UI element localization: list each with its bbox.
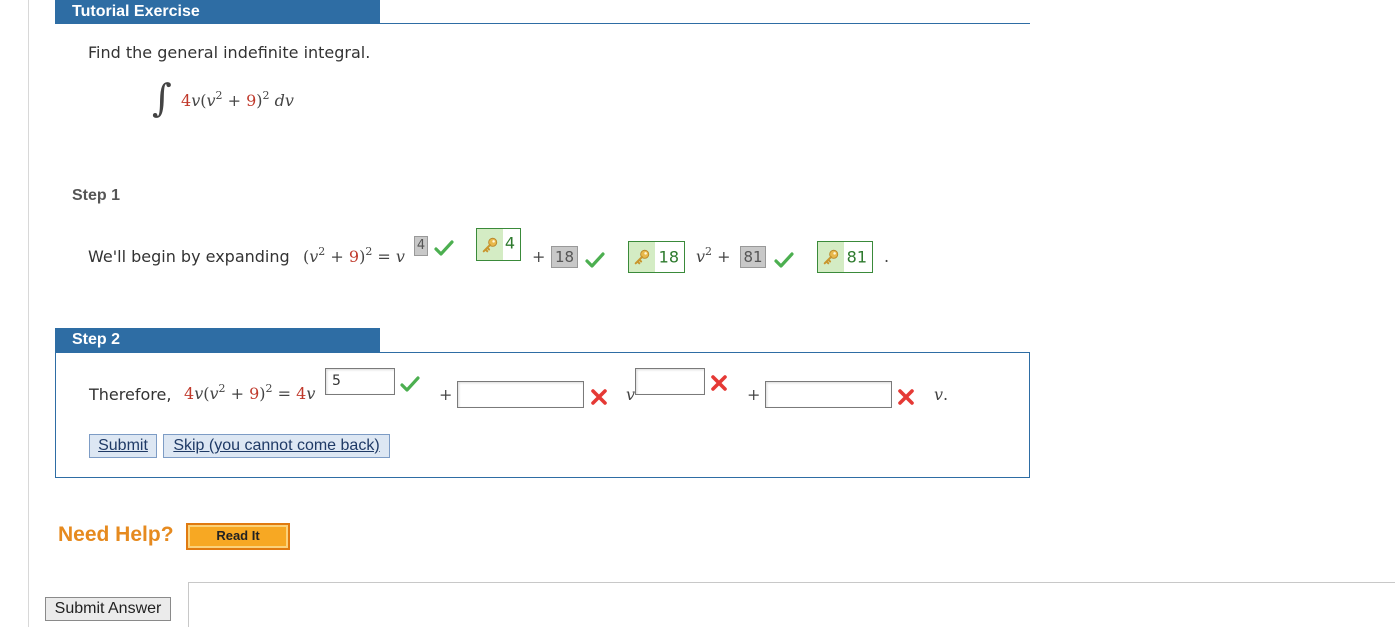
integrand-v2: v	[206, 91, 216, 110]
step1-plus-1: +	[532, 247, 546, 266]
step1-answer-18: 18	[551, 246, 578, 268]
step1-expression: (v2 + 9)2 = v	[303, 246, 405, 266]
integrand-v: v	[191, 91, 201, 110]
step2-end-period: .	[943, 385, 949, 404]
step2-input-b-cross-icon	[711, 375, 727, 391]
step2-coefficient-input-a[interactable]	[457, 381, 584, 408]
step1-period: .	[884, 247, 890, 266]
step1-nine: 9	[348, 247, 360, 266]
step2-v-mid: v	[626, 385, 636, 404]
step2-input-c-cross-icon	[898, 389, 914, 405]
step2-exponent-input[interactable]: 5	[325, 368, 395, 395]
step1-answer-exponent: 4	[414, 236, 428, 256]
step1-plus-2: +	[712, 247, 731, 266]
step2-exponent-check-icon	[400, 376, 420, 392]
step1-label: Step 1	[72, 187, 121, 204]
problem-prompt: Find the general indefinite integral.	[88, 43, 371, 62]
step2-input-a-cross-icon	[591, 389, 607, 405]
step2-plus-a: +	[439, 385, 453, 404]
step1-answer-81: 81	[740, 246, 766, 268]
step2-exponent-input-b[interactable]	[635, 368, 705, 395]
key-icon	[629, 242, 655, 272]
integrand-expression: 4v(v2 + 9)2 dv	[181, 89, 294, 110]
step2-nine: 9	[249, 384, 260, 403]
submit-button[interactable]: Submit	[89, 434, 157, 458]
step1-key-answer-1[interactable]: 4	[476, 228, 521, 261]
step2-eq: =	[272, 384, 297, 403]
step1-lead-text: We'll begin by expanding	[88, 247, 290, 266]
step2-end-term: v.	[934, 385, 948, 404]
read-it-button[interactable]: Read It	[186, 523, 290, 550]
step2-label: Step 2	[72, 331, 121, 348]
step2-v-end: v	[934, 385, 944, 404]
key-icon	[818, 242, 844, 272]
step2-expression: 4v(v2 + 9)2 = 4v	[184, 382, 316, 403]
step1-v2-term: v2 +	[696, 245, 731, 266]
step1-v2-exp: 2	[705, 245, 713, 258]
step2-panel	[55, 352, 1030, 478]
step1-plus: +	[325, 247, 349, 266]
step1-key-answer-3[interactable]: 81	[817, 241, 873, 273]
integrand-nine: 9	[246, 91, 257, 110]
key-icon	[477, 229, 503, 260]
step1-v: v	[309, 247, 319, 266]
step1-18-check-icon	[585, 252, 605, 268]
integrand-dv: dv	[269, 91, 294, 110]
step2-v-inner: v	[209, 384, 219, 403]
submit-answer-button[interactable]: Submit Answer	[45, 597, 171, 621]
step2-exp-outer: 2	[265, 382, 273, 395]
left-border-line	[28, 0, 29, 627]
tutorial-header-rule	[380, 23, 1030, 24]
step1-key-value-2: 18	[658, 247, 679, 267]
step2-plus: +	[225, 384, 250, 403]
tutorial-header-title: Tutorial Exercise	[72, 3, 200, 20]
need-help-label: Need Help?	[58, 523, 174, 546]
integrand-plus: +	[222, 91, 247, 110]
step2-coef: 4	[184, 384, 195, 403]
step1-key-value-1: 4	[504, 233, 515, 253]
step1-v2: v	[696, 247, 706, 266]
step2-rhs-coef: 4	[296, 384, 307, 403]
integral-sign: ∫	[152, 76, 172, 120]
step1-eq: =	[372, 247, 396, 266]
step1-81-check-icon	[774, 252, 794, 268]
tutorial-header: Tutorial Exercise	[55, 0, 380, 24]
step1-v-lead: v	[395, 247, 405, 266]
step1-exponent-check-icon	[434, 240, 454, 256]
step2-plus-b: +	[747, 385, 761, 404]
footer-panel	[188, 582, 1395, 627]
integrand-coef: 4	[181, 91, 192, 110]
integrand-exp-outer: 2	[262, 89, 270, 102]
step1-key-answer-2[interactable]: 18	[628, 241, 685, 273]
step2-rhs-v: v	[306, 384, 316, 403]
step2-coefficient-input-c[interactable]	[765, 381, 892, 408]
step2-exp-inner: 2	[218, 382, 226, 395]
skip-button[interactable]: Skip (you cannot come back)	[163, 434, 390, 458]
step2-header: Step 2	[55, 328, 380, 352]
integrand-exp-inner: 2	[215, 89, 223, 102]
step2-lead-text: Therefore,	[89, 385, 172, 404]
step2-v: v	[194, 384, 204, 403]
step1-key-value-3: 81	[846, 247, 867, 267]
